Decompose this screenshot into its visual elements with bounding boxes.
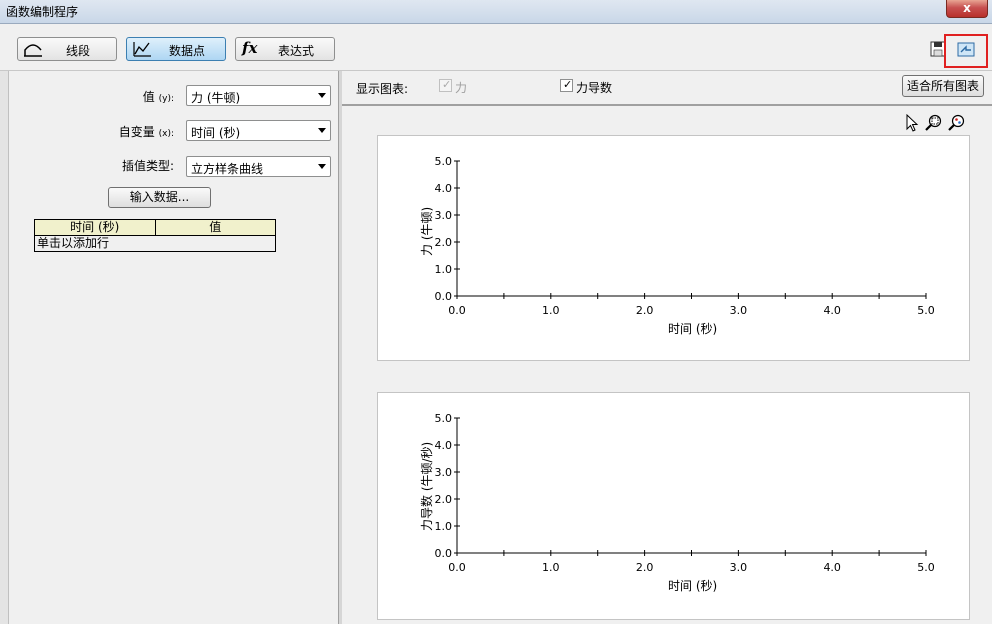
- x-tick-label: 5.0: [917, 304, 935, 317]
- close-button[interactable]: x: [946, 0, 988, 18]
- title-bar: 函数编制程序 x: [0, 0, 992, 24]
- tab-data-points[interactable]: 数据点: [126, 37, 226, 61]
- zoom-box-icon[interactable]: [925, 114, 943, 132]
- value-select[interactable]: 力 (牛顿): [186, 85, 331, 106]
- grid-add-row[interactable]: 单击以添加行: [35, 236, 275, 251]
- y-tick-label: 0.0: [435, 290, 453, 303]
- y-tick-label: 1.0: [435, 263, 453, 276]
- input-data-button[interactable]: 输入数据...: [108, 187, 211, 208]
- chevron-down-icon: [318, 164, 326, 169]
- force-derivative-checkbox[interactable]: ✓: [560, 78, 573, 92]
- data-grid: 时间 (秒) 值 单击以添加行: [34, 219, 276, 252]
- grid-header: 时间 (秒) 值: [35, 220, 275, 236]
- y-tick-label: 3.0: [435, 209, 453, 222]
- y-tick-label: 4.0: [435, 439, 453, 452]
- x-tick-label: 2.0: [636, 304, 654, 317]
- y-tick-label: 0.0: [435, 547, 453, 560]
- toolbar: 线段 数据点 fx 表达式: [0, 24, 992, 71]
- force-chart-ylabel: 力 (牛顿): [420, 206, 434, 256]
- x-tick-label: 4.0: [823, 304, 841, 317]
- show-charts-bar: 显示图表: ✓ 力 ✓ 力导数 适合所有图表: [342, 71, 992, 106]
- grid-header-value: 值: [209, 220, 222, 234]
- tab-data-points-label: 数据点: [168, 44, 205, 58]
- y-tick-label: 2.0: [435, 493, 453, 506]
- highlight-box: [944, 34, 988, 68]
- x-tick-label: 0.0: [448, 304, 466, 317]
- x-tick-label: 3.0: [730, 561, 748, 574]
- chevron-down-icon: [318, 93, 326, 98]
- force-chart-xlabel: 时间 (秒): [668, 322, 718, 336]
- independent-var-select-value: 时间 (秒): [191, 126, 241, 140]
- left-edge: [0, 71, 9, 624]
- grid-header-time: 时间 (秒): [35, 220, 156, 235]
- y-tick-label: 4.0: [435, 182, 453, 195]
- x-tick-label: 3.0: [730, 304, 748, 317]
- interpolation-label: 插值类型:: [121, 159, 174, 173]
- value-label: 值 (y):: [14, 88, 174, 105]
- force-derivative-chart-ylabel: 力导数 (牛顿/秒): [420, 441, 434, 531]
- force-derivative-checkbox-label: 力导数: [576, 81, 613, 95]
- tab-expression-label: 表达式: [277, 44, 314, 58]
- force-derivative-chart-xlabel: 时间 (秒): [668, 579, 718, 593]
- window-title: 函数编制程序: [6, 5, 79, 19]
- y-tick-label: 5.0: [435, 412, 453, 425]
- value-select-value: 力 (牛顿): [191, 91, 241, 105]
- chevron-down-icon: [318, 128, 326, 133]
- tab-segments[interactable]: 线段: [17, 37, 117, 61]
- x-tick-label: 2.0: [636, 561, 654, 574]
- pointer-icon[interactable]: [905, 114, 919, 132]
- y-tick-label: 1.0: [435, 520, 453, 533]
- check-icon: ✓: [563, 78, 573, 91]
- zoom-icon[interactable]: [948, 114, 966, 132]
- x-tick-label: 1.0: [542, 561, 560, 574]
- independent-var-label-text: 自变量: [118, 125, 155, 139]
- y-tick-label: 5.0: [435, 155, 453, 168]
- independent-var-select[interactable]: 时间 (秒): [186, 120, 331, 141]
- value-label-suffix: (y):: [158, 94, 174, 104]
- interpolation-select-value: 立方样条曲线: [191, 162, 264, 176]
- show-charts-label: 显示图表:: [356, 82, 409, 96]
- check-icon: ✓: [442, 78, 452, 91]
- fit-all-charts-button[interactable]: 适合所有图表: [902, 75, 984, 97]
- x-tick-label: 5.0: [917, 561, 935, 574]
- tab-expression[interactable]: fx 表达式: [235, 37, 335, 61]
- interpolation-select[interactable]: 立方样条曲线: [186, 156, 331, 177]
- force-checkbox-label: 力: [455, 81, 468, 95]
- tab-segments-label: 线段: [65, 44, 90, 58]
- x-tick-label: 0.0: [448, 561, 466, 574]
- value-label-text: 值: [142, 90, 155, 104]
- y-tick-label: 3.0: [435, 466, 453, 479]
- independent-var-label-suffix: (x):: [158, 129, 174, 139]
- independent-var-label: 自变量 (x):: [14, 123, 174, 140]
- force-chart: 0.0 1.0 2.0 3.0 4.0 5.0 0.0 1.0 2.0 3.0 4.0 5.0 力 (…: [377, 135, 970, 361]
- force-derivative-chart: 0.0 1.0 2.0 3.0 4.0 5.0 0.0 1.0 2.0 3.0 4.0 5.0 力导数…: [377, 392, 970, 620]
- x-tick-label: 4.0: [823, 561, 841, 574]
- y-tick-label: 2.0: [435, 236, 453, 249]
- close-icon: x: [963, 1, 971, 15]
- x-tick-label: 1.0: [542, 304, 560, 317]
- force-checkbox[interactable]: ✓: [439, 78, 452, 92]
- left-panel: 值 (y): 力 (牛顿) 自变量 (x): 时间 (秒) 插值类型: 立方样条…: [9, 71, 339, 624]
